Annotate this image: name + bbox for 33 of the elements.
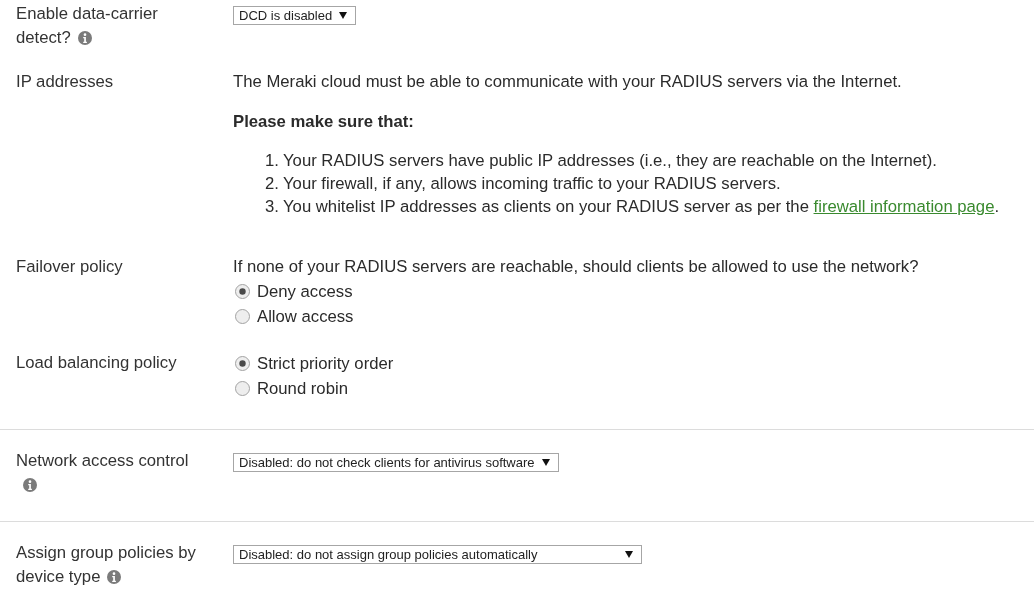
radio-button[interactable] <box>235 309 250 324</box>
info-icon[interactable] <box>23 478 37 492</box>
info-icon[interactable] <box>107 570 122 584</box>
option-label[interactable]: Round robin <box>257 376 348 401</box>
radio-button[interactable] <box>235 356 250 371</box>
firewall-info-link[interactable]: firewall information page <box>813 197 995 216</box>
setting-label: Load balancing policy <box>16 353 177 372</box>
dropdown[interactable]: DCD is disabled <box>233 6 357 25</box>
caret-icon <box>541 459 550 466</box>
info-icon[interactable] <box>77 31 92 45</box>
question-text: If none of your RADIUS servers are reachable, should clients be allowed to use the network? <box>233 256 920 278</box>
option-label[interactable]: Allow access <box>257 304 354 329</box>
list-number: 1. <box>265 150 280 172</box>
setting-label: Network access control <box>16 451 189 494</box>
dropdown[interactable]: Disabled: do not check clients for antivirus software <box>233 453 559 472</box>
caret-icon <box>625 551 633 558</box>
list-number: 3. <box>265 196 280 218</box>
list-number: 2. <box>265 173 280 195</box>
option-label[interactable]: Strict priority order <box>257 351 394 376</box>
notice-text: The Meraki cloud must be able to communicate with your RADIUS servers via the Internet. <box>233 71 903 93</box>
dropdown[interactable]: Disabled: do not assign group policies automatically <box>233 545 642 564</box>
list-item-text: Your firewall, if any, allows incoming traffic to your RADIUS servers. <box>283 173 781 195</box>
setting-label: Failover policy <box>16 257 123 276</box>
caret-icon <box>339 12 348 19</box>
setting-label: IP addresses <box>16 72 114 91</box>
notice-heading: Please make sure that: <box>233 111 415 133</box>
list-item-text: You whitelist IP addresses as clients on your RADIUS server as per the firewall information page. <box>283 196 1000 218</box>
setting-label: Enable data-carrier detect? <box>16 4 158 47</box>
list-item-text: Your RADIUS servers have public IP addresses (i.e., they are reachable on the Internet). <box>283 150 937 172</box>
option-label[interactable]: Deny access <box>257 279 353 304</box>
setting-label: Assign group policies by device type <box>16 543 196 586</box>
radio-button[interactable] <box>235 381 250 396</box>
radio-button[interactable] <box>235 284 250 299</box>
